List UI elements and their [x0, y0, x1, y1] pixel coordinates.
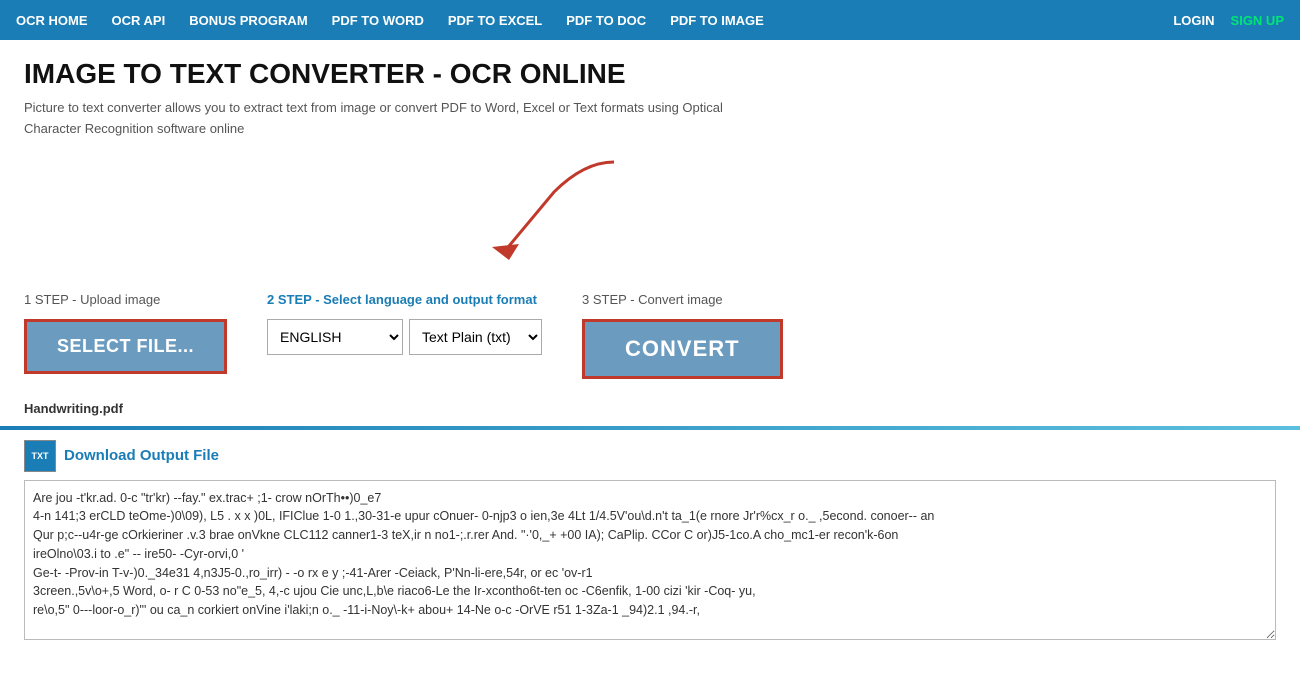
- nav-pdf-to-doc[interactable]: PDF TO DOC: [566, 13, 646, 28]
- nav-bonus-program[interactable]: BONUS PROGRAM: [189, 13, 307, 28]
- output-textarea[interactable]: [24, 480, 1276, 640]
- steps-row: 1 STEP - Upload image SELECT FILE... 2 S…: [24, 292, 1276, 395]
- step-1: 1 STEP - Upload image SELECT FILE...: [24, 292, 227, 374]
- nav-pdf-to-image[interactable]: PDF TO IMAGE: [670, 13, 764, 28]
- txt-icon: TXT: [24, 440, 56, 472]
- step-2: 2 STEP - Select language and output form…: [267, 292, 542, 355]
- section-divider: [0, 426, 1300, 430]
- step2-label: 2 STEP - Select language and output form…: [267, 292, 542, 307]
- format-select[interactable]: Text Plain (txt) Microsoft Word Microsof…: [409, 319, 542, 355]
- output-section: TXT Download Output File: [0, 440, 1300, 659]
- step3-label: 3 STEP - Convert image: [582, 292, 783, 307]
- nav-ocr-home[interactable]: OCR HOME: [16, 13, 88, 28]
- login-link[interactable]: LOGIN: [1173, 13, 1214, 28]
- nav-ocr-api[interactable]: OCR API: [112, 13, 166, 28]
- nav-links: OCR HOME OCR API BONUS PROGRAM PDF TO WO…: [16, 13, 1173, 28]
- arrow-icon: [384, 152, 644, 282]
- nav-pdf-to-excel[interactable]: PDF TO EXCEL: [448, 13, 542, 28]
- select-file-button[interactable]: SELECT FILE...: [24, 319, 227, 374]
- dropdowns-container: ENGLISH FRENCH GERMAN SPANISH ITALIAN PO…: [267, 319, 542, 355]
- page-subtitle: Picture to text converter allows you to …: [24, 98, 724, 140]
- step-3: 3 STEP - Convert image CONVERT: [582, 292, 783, 379]
- signup-link[interactable]: SIGN UP: [1231, 13, 1284, 28]
- nav-right: LOGIN SIGN UP: [1173, 13, 1284, 28]
- output-header: TXT Download Output File: [24, 440, 1276, 472]
- page-title: IMAGE TO TEXT CONVERTER - OCR ONLINE: [24, 58, 1276, 90]
- arrow-area: [24, 152, 1276, 292]
- filename-label: Handwriting.pdf: [24, 401, 1276, 416]
- language-select[interactable]: ENGLISH FRENCH GERMAN SPANISH ITALIAN PO…: [267, 319, 403, 355]
- nav-pdf-to-word[interactable]: PDF TO WORD: [332, 13, 424, 28]
- navbar: OCR HOME OCR API BONUS PROGRAM PDF TO WO…: [0, 0, 1300, 40]
- convert-button[interactable]: CONVERT: [582, 319, 783, 379]
- main-content: IMAGE TO TEXT CONVERTER - OCR ONLINE Pic…: [0, 40, 1300, 416]
- step1-label: 1 STEP - Upload image: [24, 292, 227, 307]
- download-output-link[interactable]: Download Output File: [64, 447, 219, 464]
